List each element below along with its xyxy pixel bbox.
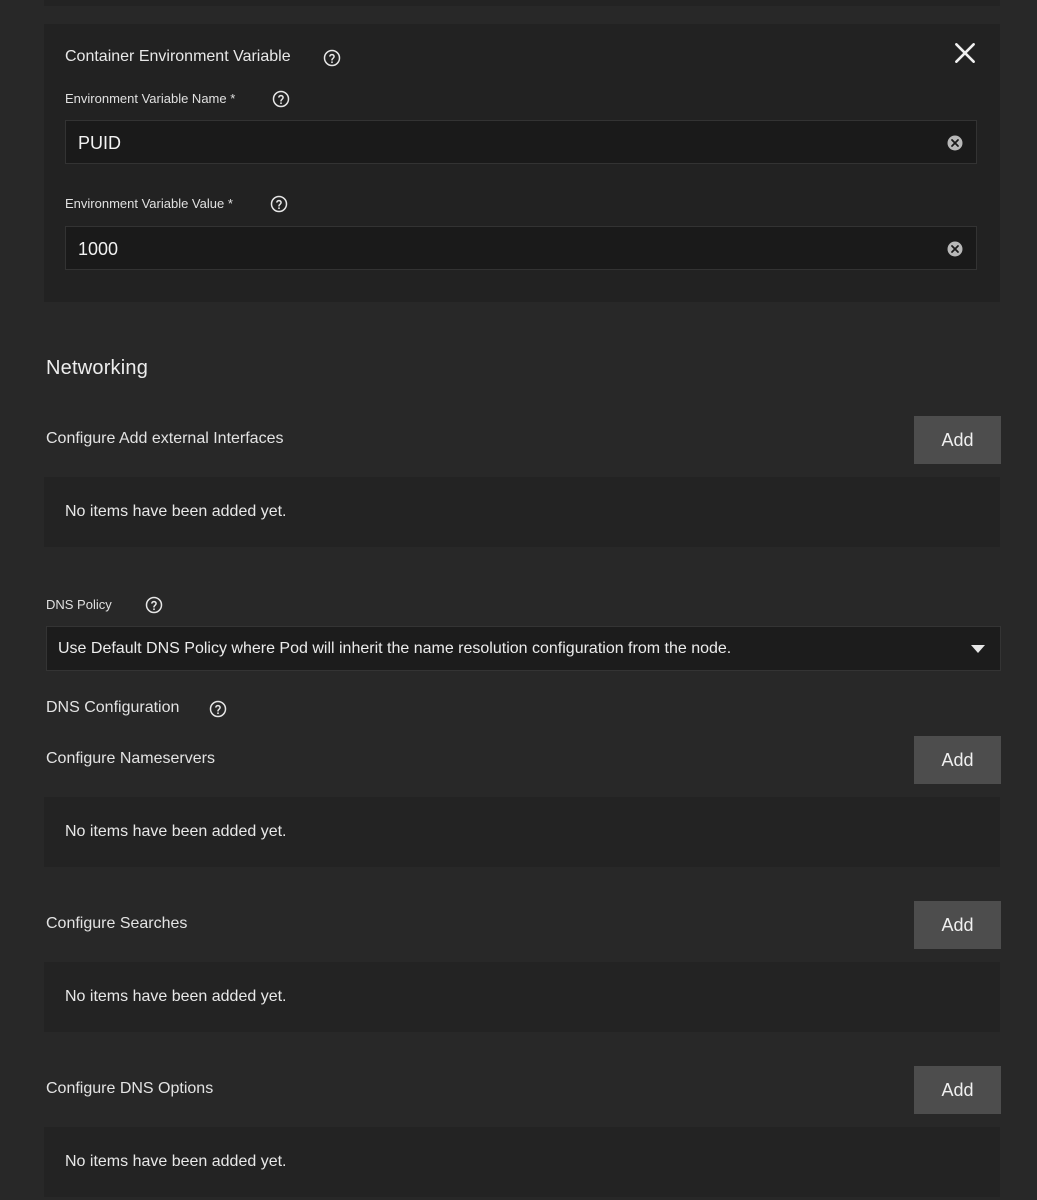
empty-state-text: No items have been added yet. <box>65 503 287 520</box>
empty-state-text: No items have been added yet. <box>65 988 287 1005</box>
dns-options-empty-state: No items have been added yet. <box>44 1127 1000 1197</box>
nameservers-empty-state: No items have been added yet. <box>44 797 1000 867</box>
dns-policy-selected-value: Use Default DNS Policy where Pod will in… <box>58 640 732 657</box>
add-search-button[interactable]: Add <box>914 901 1001 949</box>
clear-icon[interactable] <box>946 134 964 152</box>
help-icon[interactable] <box>323 49 341 67</box>
add-external-interface-button[interactable]: Add <box>914 416 1001 464</box>
networking-section-title: Networking <box>46 357 149 379</box>
previous-card-edge <box>44 0 1000 6</box>
help-icon[interactable] <box>272 90 290 108</box>
dns-policy-select[interactable]: Use Default DNS Policy where Pod will in… <box>46 626 1001 671</box>
dns-options-label: Configure DNS Options <box>46 1080 214 1097</box>
env-var-card-title: Container Environment Variable <box>65 48 291 65</box>
external-interfaces-label: Configure Add external Interfaces <box>46 430 284 447</box>
empty-state-text: No items have been added yet. <box>65 1153 287 1170</box>
help-icon[interactable] <box>270 195 288 213</box>
chevron-down-icon <box>971 645 985 653</box>
app-form-page: Container Environment Variable Environme… <box>0 0 1037 1200</box>
add-dns-option-button[interactable]: Add <box>914 1066 1001 1114</box>
dns-policy-label: DNS Policy <box>46 597 112 612</box>
empty-state-text: No items have been added yet. <box>65 823 287 840</box>
env-var-value-input[interactable]: 1000 <box>65 226 977 270</box>
dns-configuration-label: DNS Configuration <box>46 699 180 716</box>
help-icon[interactable] <box>145 596 163 614</box>
env-var-name-input[interactable]: PUID <box>65 120 977 164</box>
external-interfaces-empty-state: No items have been added yet. <box>44 477 1000 547</box>
close-icon[interactable] <box>952 40 978 66</box>
searches-label: Configure Searches <box>46 915 188 932</box>
env-var-card: Container Environment Variable Environme… <box>44 24 1000 302</box>
env-var-value-label: Environment Variable Value * <box>65 196 233 211</box>
env-var-value-value: 1000 <box>78 239 119 259</box>
nameservers-label: Configure Nameservers <box>46 750 215 767</box>
clear-icon[interactable] <box>946 240 964 258</box>
env-var-name-label: Environment Variable Name * <box>65 91 236 106</box>
env-var-name-value: PUID <box>78 133 122 153</box>
searches-empty-state: No items have been added yet. <box>44 962 1000 1032</box>
help-icon[interactable] <box>209 700 227 718</box>
add-nameserver-button[interactable]: Add <box>914 736 1001 784</box>
